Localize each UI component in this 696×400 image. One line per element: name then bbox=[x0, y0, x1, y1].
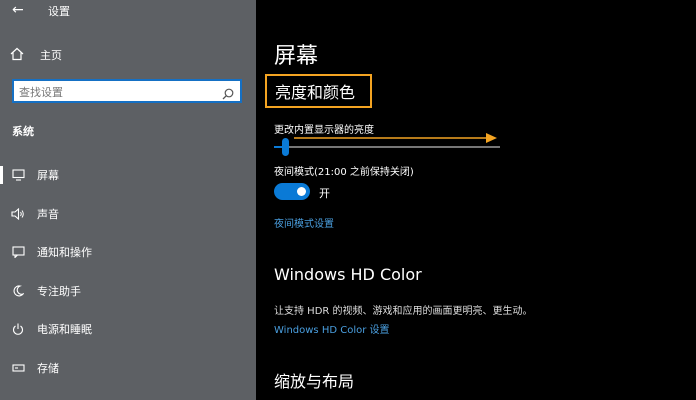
sidebar-item-notifications[interactable]: 通知和操作 bbox=[0, 240, 256, 264]
toggle-knob bbox=[297, 187, 306, 196]
night-mode-settings-link[interactable]: 夜间模式设置 bbox=[274, 215, 334, 230]
notification-icon bbox=[10, 246, 26, 258]
sidebar-item-power-sleep[interactable]: 电源和睡眠 bbox=[0, 317, 256, 341]
night-mode-toggle[interactable] bbox=[274, 183, 310, 200]
sidebar-item-sound[interactable]: 声音 bbox=[0, 202, 256, 226]
sidebar-item-label: 电源和睡眠 bbox=[37, 323, 92, 336]
search-icon[interactable] bbox=[222, 85, 234, 104]
page-title: 屏幕 bbox=[274, 44, 319, 69]
hd-color-description: 让支持 HDR 的视频、游戏和应用的画面更明亮、更生动。 bbox=[274, 306, 533, 317]
brightness-color-heading-text: 亮度和颜色 bbox=[275, 83, 356, 102]
hd-color-settings-link[interactable]: Windows HD Color 设置 bbox=[274, 321, 390, 336]
home-nav-item[interactable]: 主页 bbox=[10, 45, 62, 65]
scale-layout-heading: 缩放与布局 bbox=[274, 372, 355, 391]
section-label-system: 系统 bbox=[12, 125, 34, 138]
hd-color-heading: Windows HD Color bbox=[274, 265, 422, 284]
window-title: 设置 bbox=[48, 5, 70, 18]
monitor-icon bbox=[10, 169, 26, 181]
power-icon bbox=[10, 323, 26, 335]
sidebar-item-focus-assist[interactable]: 专注助手 bbox=[0, 279, 256, 303]
sidebar-item-label: 屏幕 bbox=[37, 169, 59, 182]
home-icon bbox=[10, 46, 24, 65]
moon-icon bbox=[10, 285, 26, 297]
speaker-icon bbox=[10, 208, 26, 220]
sidebar-item-storage[interactable]: 存储 bbox=[0, 356, 256, 380]
annotation-arrow-icon bbox=[294, 133, 497, 143]
toggle-state-label: 开 bbox=[319, 187, 330, 200]
sidebar-item-display[interactable]: 屏幕 bbox=[0, 163, 256, 187]
sidebar-item-label: 通知和操作 bbox=[37, 246, 92, 259]
sidebar-item-label: 声音 bbox=[37, 208, 59, 221]
main-panel: 屏幕 亮度和颜色 更改内置显示器的亮度 夜间模式(21:00 之前保持关闭) 开… bbox=[256, 0, 696, 400]
home-label: 主页 bbox=[40, 49, 62, 62]
brightness-slider[interactable] bbox=[274, 138, 500, 156]
search-box[interactable] bbox=[12, 79, 242, 103]
back-arrow-icon[interactable]: ← bbox=[12, 2, 24, 18]
night-mode-label: 夜间模式(21:00 之前保持关闭) bbox=[274, 167, 414, 178]
sidebar-item-label: 存储 bbox=[37, 362, 59, 375]
sidebar-item-label: 专注助手 bbox=[37, 285, 81, 298]
search-input[interactable] bbox=[14, 82, 209, 103]
brightness-slider-thumb[interactable] bbox=[282, 138, 290, 156]
storage-icon bbox=[10, 363, 26, 373]
brightness-color-heading: 亮度和颜色 bbox=[265, 74, 372, 108]
sidebar: ← 设置 主页 系统 屏幕 声音 通知和操作 专注助手 bbox=[0, 0, 256, 400]
